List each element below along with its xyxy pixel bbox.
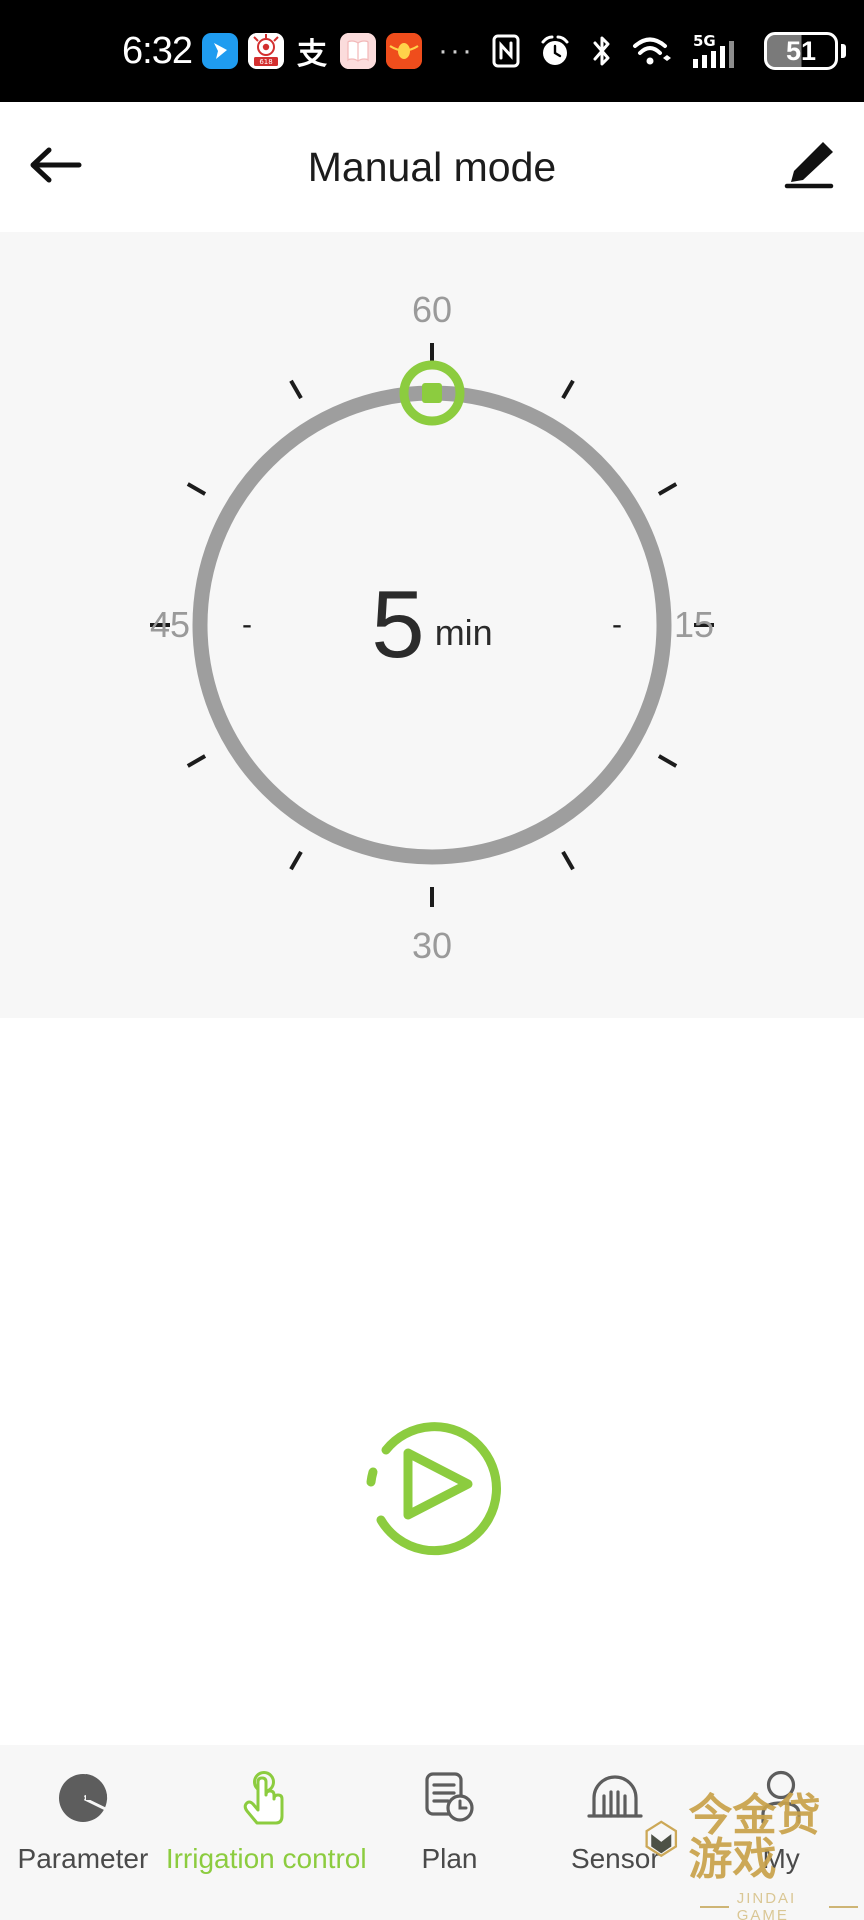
control-area bbox=[0, 1018, 864, 1745]
page-header: Manual mode bbox=[0, 102, 864, 232]
nfc-icon bbox=[491, 34, 521, 68]
timer-dial-panel: 5 min 60 15 30 45 - - bbox=[0, 232, 864, 1018]
page-title: Manual mode bbox=[307, 143, 557, 190]
nav-item-irrigation-control[interactable]: Irrigation control bbox=[166, 1767, 367, 1875]
book-app-icon bbox=[339, 33, 376, 69]
pie-chart-icon bbox=[56, 1767, 110, 1829]
alarm-icon bbox=[538, 34, 572, 68]
edit-button[interactable] bbox=[754, 138, 864, 197]
hand-tap-icon bbox=[238, 1767, 294, 1829]
status-bar: 6:32 618 支 ··· 5G 51 bbox=[0, 0, 864, 102]
signal-5g-icon: 5G bbox=[691, 31, 747, 71]
nav-item-sensor[interactable]: Sensor bbox=[532, 1767, 698, 1875]
618-festival-app-icon: 618 bbox=[247, 33, 284, 69]
nav-label-irrigation-control: Irrigation control bbox=[165, 1843, 367, 1874]
timer-dial[interactable]: 5 min 60 15 30 45 - - bbox=[72, 265, 792, 985]
status-overflow-icon: ··· bbox=[437, 34, 474, 67]
nav-item-my[interactable]: My bbox=[698, 1767, 864, 1875]
battery-indicator: 51 bbox=[764, 32, 846, 70]
back-button[interactable] bbox=[0, 142, 110, 193]
start-irrigation-button[interactable] bbox=[346, 1398, 518, 1570]
redpacket-app-icon bbox=[385, 33, 422, 69]
bottom-navigation: Parameter Irrigation control Plan Sensor… bbox=[0, 1745, 864, 1920]
dial-label-45: 45 bbox=[150, 604, 191, 645]
dial-label-15: 15 bbox=[673, 604, 714, 645]
svg-text:618: 618 bbox=[259, 58, 272, 66]
messenger-app-icon bbox=[201, 33, 238, 69]
edit-pencil-icon bbox=[779, 138, 839, 197]
status-time: 6:32 bbox=[122, 30, 193, 72]
nav-label-parameter: Parameter bbox=[17, 1843, 149, 1874]
battery-tip bbox=[841, 44, 846, 58]
sensor-icon bbox=[586, 1767, 644, 1829]
nav-label-plan: Plan bbox=[421, 1843, 478, 1874]
nav-item-parameter[interactable]: Parameter bbox=[0, 1767, 166, 1875]
nav-item-plan[interactable]: Plan bbox=[367, 1767, 533, 1875]
dial-label-60: 60 bbox=[411, 289, 453, 330]
back-arrow-icon bbox=[27, 142, 83, 193]
alipay-app-icon: 支 bbox=[296, 38, 327, 69]
nav-label-sensor: Sensor bbox=[570, 1843, 660, 1874]
play-circle-icon bbox=[366, 1422, 501, 1556]
dial-dash-right: - bbox=[612, 608, 622, 641]
app-root: 6:32 618 支 ··· 5G 51 Manual mode 5 min 6… bbox=[0, 0, 864, 1920]
status-bar-right: 5G 51 bbox=[491, 31, 846, 71]
dial-dash-left: - bbox=[242, 608, 252, 641]
dial-label-30: 30 bbox=[411, 925, 453, 966]
person-icon bbox=[756, 1767, 806, 1829]
nav-label-my: My bbox=[762, 1843, 800, 1874]
document-clock-icon bbox=[421, 1767, 477, 1829]
svg-text:5G: 5G bbox=[693, 32, 716, 50]
status-bar-left: 6:32 618 支 ··· bbox=[122, 32, 474, 70]
wifi-icon bbox=[632, 34, 674, 68]
battery-percent: 51 bbox=[764, 32, 838, 70]
bluetooth-icon bbox=[589, 33, 615, 69]
